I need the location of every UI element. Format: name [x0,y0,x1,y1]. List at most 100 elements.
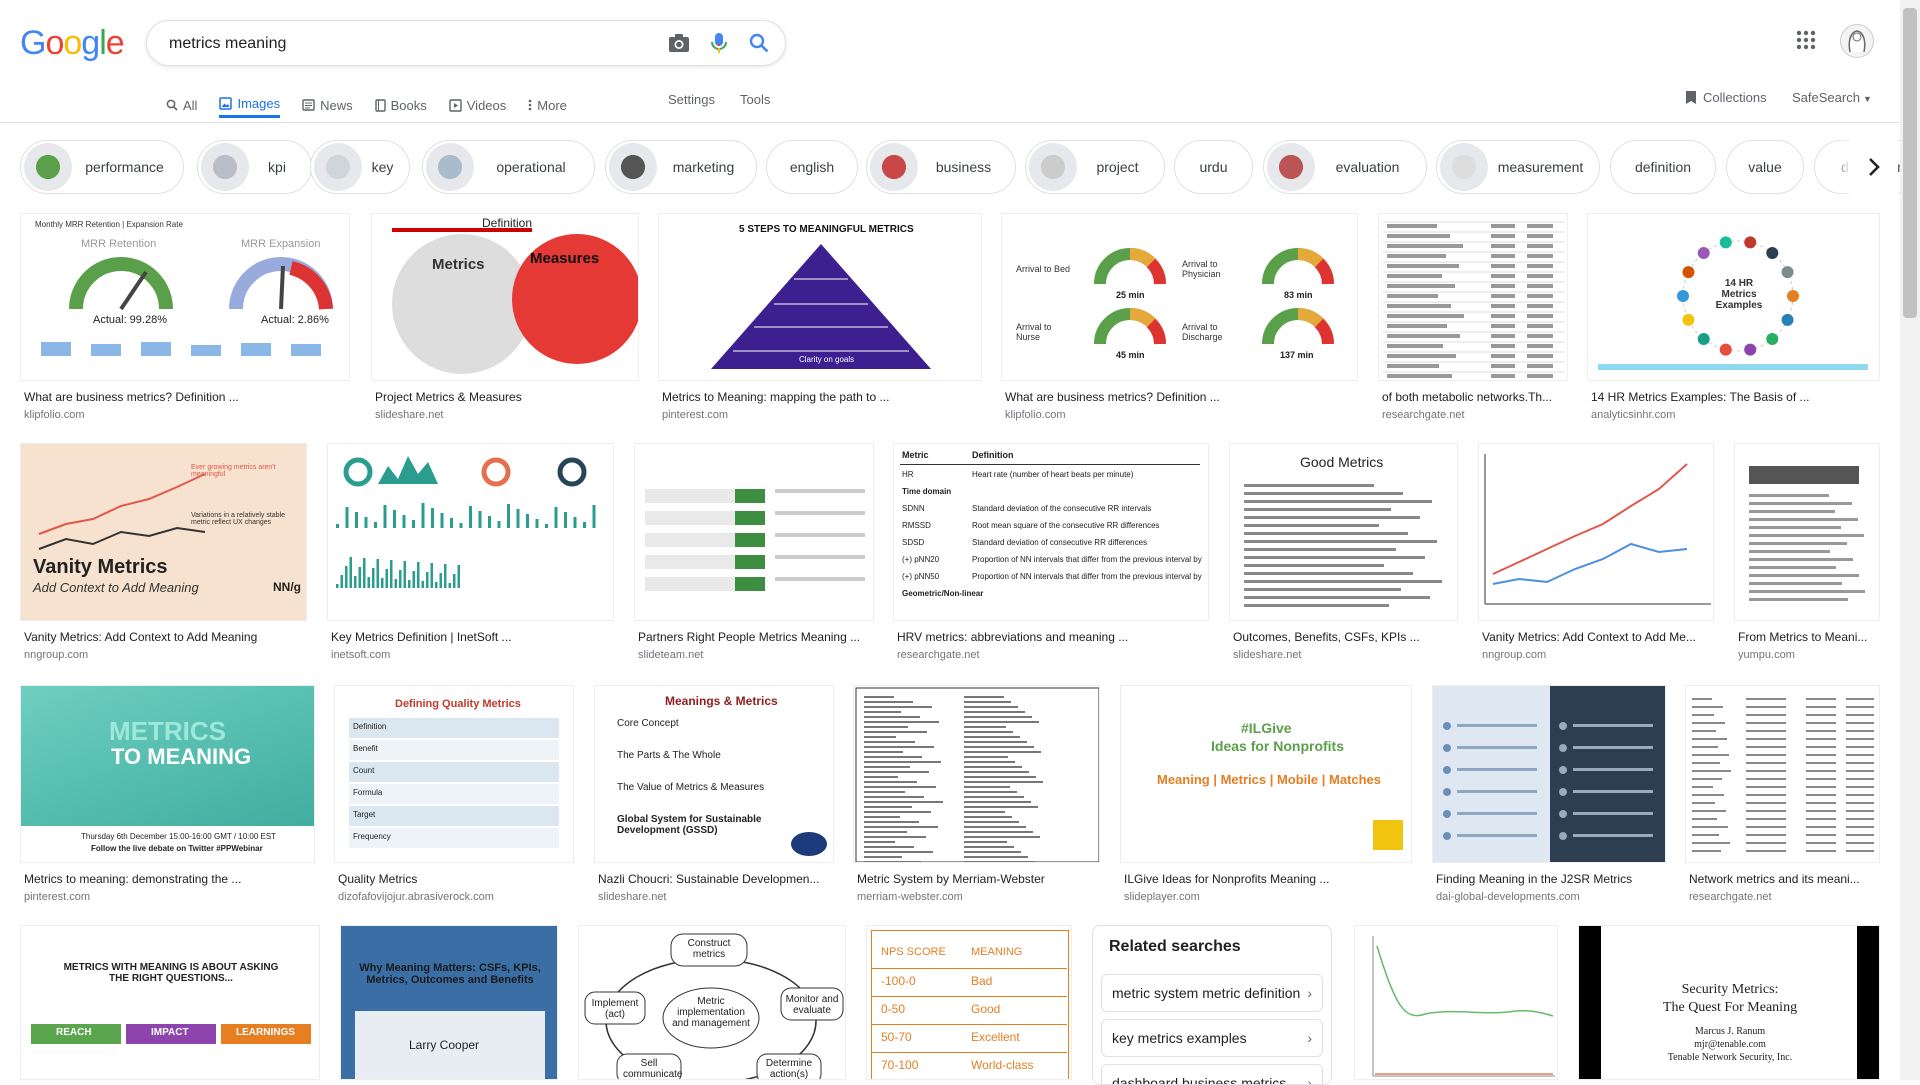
result-source[interactable]: slideplayer.com [1124,891,1200,903]
result-tile[interactable]: Key Metrics Definition | InetSoft ... ine… [327,443,614,669]
related-search-item[interactable]: metric system metric definition › [1101,974,1323,1012]
result-thumbnail[interactable] [1354,925,1558,1080]
tab-more[interactable]: More [528,88,567,118]
result-source[interactable]: analyticsinhr.com [1591,409,1675,421]
tab-news[interactable]: News [302,88,353,118]
result-title[interactable]: Quality Metrics [338,872,570,886]
result-tile[interactable]: Network metrics and its meani... research… [1685,685,1880,911]
tab-books[interactable]: Books [374,88,427,118]
result-title[interactable]: Finding Meaning in the J2SR Metrics [1436,872,1662,886]
result-thumbnail[interactable]: Defining Quality Metrics Definition Benefi… [334,685,574,863]
result-tile[interactable]: Defining Quality Metrics Definition Benefi… [334,685,574,911]
result-title[interactable]: Vanity Metrics: Add Context to Add Meani… [24,630,303,644]
result-tile[interactable]: Partners Right People Metrics Meaning ..… [634,443,874,669]
result-thumbnail[interactable]: 14 HR Metrics Examples [1587,213,1880,381]
result-title[interactable]: of both metabolic networks.Th... [1382,390,1564,404]
result-tile[interactable]: Monthly MRR Retention | Expansion Rate MR… [20,213,350,429]
result-source[interactable]: researchgate.net [897,649,980,661]
search-box[interactable] [146,20,786,66]
result-source[interactable]: dai-global-developments.com [1436,891,1580,903]
result-tile[interactable]: Good Metrics Outcomes, Benefits, CSFs, KP… [1229,443,1458,669]
result-source[interactable]: slideshare.net [598,891,667,903]
result-tile[interactable]: 5 STEPS TO MEANINGFUL METRICS Clarity on … [658,213,982,429]
safesearch-menu[interactable]: SafeSearch ▼ [1792,90,1872,105]
result-title[interactable]: Network metrics and its meani... [1689,872,1876,886]
chip-marketing[interactable]: marketing [605,140,757,194]
result-source[interactable]: nngroup.com [1482,649,1546,661]
chip-business[interactable]: business [866,140,1016,194]
result-title[interactable]: Project Metrics & Measures [375,390,635,404]
result-tile[interactable]: Definition Metrics Measures Project Metrics… [371,213,639,429]
tab-images[interactable]: Images [219,88,281,118]
result-source[interactable]: klipfolio.com [1005,409,1066,421]
result-title[interactable]: Vanity Metrics: Add Context to Add Me... [1482,630,1710,644]
result-source[interactable]: slideshare.net [375,409,444,421]
chip-key[interactable]: key [310,140,410,194]
result-title[interactable]: Metrics to Meaning: mapping the path to … [662,390,978,404]
result-tile-linechart[interactable] [1354,925,1558,1080]
result-thumbnail[interactable]: Meanings & Metrics Core Concept The Parts … [594,685,834,863]
chip-definition[interactable]: definition [1610,140,1716,194]
tab-videos[interactable]: Videos [449,88,506,118]
chips-next-button[interactable] [1850,140,1898,194]
result-source[interactable]: slideshare.net [1233,649,1302,661]
result-thumbnail[interactable] [1432,685,1666,863]
google-logo[interactable]: Google [20,24,125,63]
result-thumbnail[interactable]: #ILGive Ideas for Nonprofits Meaning | Met… [1120,685,1412,863]
chip-performance[interactable]: performance [20,140,184,194]
result-thumbnail[interactable]: Security Metrics: The Quest For Meaning … [1578,925,1880,1080]
result-thumbnail[interactable]: Arrival to Bed Arrival to Physician Arriva… [1001,213,1358,381]
search-icon[interactable] [747,31,771,55]
result-source[interactable]: slideteam.net [638,649,703,661]
tools-link[interactable]: Tools [740,92,770,107]
result-title[interactable]: Partners Right People Metrics Meaning ..… [638,630,870,644]
result-source[interactable]: inetsoft.com [331,649,390,661]
result-source[interactable]: klipfolio.com [24,409,85,421]
result-source[interactable]: dizofafovijojur.abrasiverock.com [338,891,494,903]
result-source[interactable]: nngroup.com [24,649,88,661]
chip-operational[interactable]: operational [422,140,595,194]
result-thumbnail[interactable]: METRICS WITH MEANING IS ABOUT ASKING THE… [20,925,320,1080]
result-tile[interactable]: Metric Definition HR Heart rate (number of … [893,443,1209,669]
chip-urdu[interactable]: urdu [1174,140,1253,194]
result-thumbnail[interactable]: Ever growing metrics aren't meaningful Va… [20,443,307,621]
result-title[interactable]: Outcomes, Benefits, CSFs, KPIs ... [1233,630,1454,644]
result-tile[interactable]: METRICS TO MEANING Thursday 6th December 1… [20,685,315,911]
result-tile-ask[interactable]: METRICS WITH MEANING IS ABOUT ASKING THE… [20,925,320,1080]
result-tile-nps[interactable]: NPS SCORE MEANING -100-0 Bad 0-50 Good 50-70 Ex… [866,925,1072,1080]
result-thumbnail[interactable] [634,443,874,621]
result-title[interactable]: What are business metrics? Definition ..… [24,390,346,404]
result-title[interactable]: What are business metrics? Definition ..… [1005,390,1354,404]
result-tile[interactable]: Metric System by Merriam-Webster merriam-… [853,685,1100,911]
chip-kpi[interactable]: kpi [197,140,312,194]
tab-all[interactable]: All [166,88,197,118]
result-thumbnail[interactable]: Definition Metrics Measures [371,213,639,381]
result-thumbnail[interactable] [1478,443,1714,621]
result-title[interactable]: Metric System by Merriam-Webster [857,872,1096,886]
result-thumbnail[interactable] [1378,213,1568,381]
result-title[interactable]: From Metrics to Meani... [1738,630,1876,644]
scrollbar-thumb[interactable] [1903,8,1917,318]
result-thumbnail[interactable]: Metric Definition HR Heart rate (number of … [893,443,1209,621]
apps-grid-icon[interactable] [1796,30,1820,54]
related-search-item[interactable]: dashboard business metrics › [1101,1064,1323,1084]
result-tile[interactable]: Arrival to Bed Arrival to Physician Arriva… [1001,213,1358,429]
result-thumbnail[interactable]: Monthly MRR Retention | Expansion Rate MR… [20,213,350,381]
result-source[interactable]: merriam-webster.com [857,891,963,903]
chip-project[interactable]: project [1025,140,1165,194]
collections-link[interactable]: Collections [1685,90,1767,105]
result-thumbnail[interactable]: Why Meaning Matters: CSFs, KPIs, Metrics… [340,925,558,1080]
result-title[interactable]: HRV metrics: abbreviations and meaning .… [897,630,1205,644]
result-source[interactable]: yumpu.com [1738,649,1795,661]
result-thumbnail[interactable]: 5 STEPS TO MEANINGFUL METRICS Clarity on … [658,213,982,381]
result-thumbnail[interactable] [1734,443,1880,621]
microphone-icon[interactable] [707,31,731,55]
result-tile[interactable]: Vanity Metrics: Add Context to Add Me...… [1478,443,1714,669]
result-tile[interactable]: Ever growing metrics aren't meaningful Va… [20,443,307,669]
result-title[interactable]: 14 HR Metrics Examples: The Basis of ... [1591,390,1876,404]
result-title[interactable]: Metrics to meaning: demonstrating the ..… [24,872,311,886]
result-tile[interactable]: #ILGive Ideas for Nonprofits Meaning | Met… [1120,685,1412,911]
result-source[interactable]: researchgate.net [1382,409,1465,421]
chip-measurement[interactable]: measurement [1436,140,1600,194]
result-source[interactable]: pinterest.com [24,891,90,903]
